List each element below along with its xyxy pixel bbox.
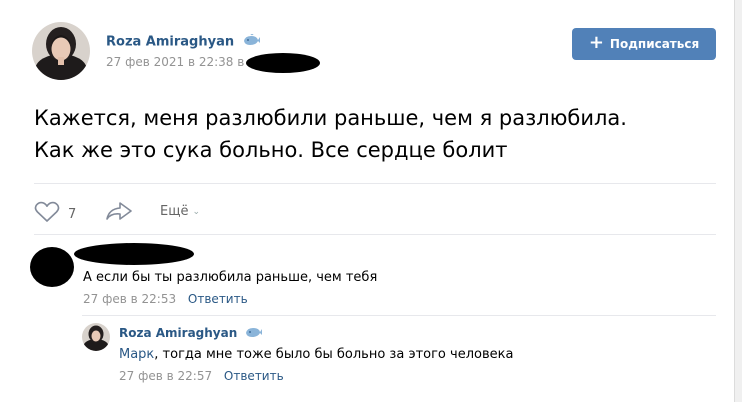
reply-timestamp[interactable]: 27 фев в 22:57 xyxy=(119,369,212,383)
author-avatar[interactable] xyxy=(32,22,90,80)
divider xyxy=(82,315,716,316)
post-timestamp[interactable]: 27 фев 2021 в 22:38 в xyxy=(106,55,244,69)
subscribe-button[interactable]: + Подписаться xyxy=(572,28,716,60)
comment-text: А если бы ты разлюбила раньше, чем тебя xyxy=(83,270,378,285)
more-button[interactable]: Ещё ⌄ xyxy=(160,204,200,219)
reply-link[interactable]: Ответить xyxy=(224,369,284,383)
mention-link[interactable]: Марк xyxy=(119,347,154,362)
reply-author-name-text[interactable]: Roza Amiraghyan xyxy=(119,326,237,340)
post-text-line: Как же это сука больно. Все сердце болит xyxy=(34,138,508,162)
redaction-mark xyxy=(74,243,194,265)
heart-icon xyxy=(34,201,60,227)
subscribe-label: Подписаться xyxy=(609,37,700,51)
author-name[interactable]: Roza Amiraghyan xyxy=(106,33,261,50)
more-label: Ещё xyxy=(160,204,189,219)
reply-text: Марк, тогда мне тоже было бы больно за э… xyxy=(119,347,513,362)
like-count: 7 xyxy=(68,206,77,222)
commenter-avatar[interactable] xyxy=(30,247,74,287)
reply-author-avatar[interactable] xyxy=(82,323,110,351)
post-text: Кажется, меня разлюбили раньше, чем я ра… xyxy=(34,102,714,166)
share-icon[interactable] xyxy=(104,200,134,226)
whale-icon xyxy=(243,33,261,50)
author-name-text[interactable]: Roza Amiraghyan xyxy=(106,35,234,50)
redaction-mark xyxy=(246,53,320,73)
divider xyxy=(34,234,716,235)
like-button[interactable]: 7 xyxy=(34,201,76,227)
chevron-down-icon: ⌄ xyxy=(192,206,201,217)
post-card: Roza Amiraghyan 27 фев 2021 в 22:38 в + … xyxy=(0,0,735,402)
divider xyxy=(34,183,716,184)
whale-icon xyxy=(245,326,263,341)
post-text-line: Кажется, меня разлюбили раньше, чем я ра… xyxy=(34,106,627,130)
comment-meta: 27 фев в 22:53 Ответить xyxy=(83,292,248,306)
reply-text-body: , тогда мне тоже было бы больно за этого… xyxy=(154,347,514,362)
reply-meta: 27 фев в 22:57 Ответить xyxy=(119,369,284,383)
reply-link[interactable]: Ответить xyxy=(188,292,248,306)
reply-author-name[interactable]: Roza Amiraghyan xyxy=(119,326,263,341)
comment-timestamp[interactable]: 27 фев в 22:53 xyxy=(83,292,176,306)
plus-icon: + xyxy=(588,32,604,53)
